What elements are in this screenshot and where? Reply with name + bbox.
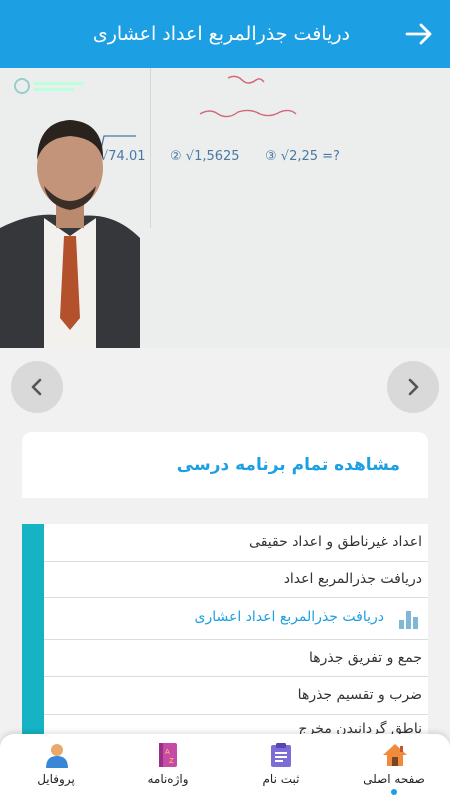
lesson-list: اعداد غیرناطق و اعداد حقیقی دریافت جذرال… [22, 524, 428, 736]
lesson-label: دریافت جذرالمربع اعداد [283, 571, 422, 587]
tab-dictionary-label: واژه‌نامه [147, 772, 189, 786]
tab-dictionary[interactable]: A Z واژه‌نامه [112, 734, 224, 800]
lesson-label: دریافت جذرالمربع اعداد اعشاری [194, 609, 384, 625]
lesson-item[interactable]: اعداد غیرناطق و اعداد حقیقی [44, 524, 428, 562]
lesson-item[interactable]: ضرب و تقسیم جذرها [44, 677, 428, 715]
lesson-video[interactable]: √74.01 ② √1,5625 ③ √2,25 =? [0, 68, 450, 348]
lesson-item-active[interactable]: دریافت جذرالمربع اعداد اعشاری [44, 598, 428, 640]
active-tab-indicator [391, 789, 397, 795]
back-arrow-icon[interactable] [402, 17, 436, 51]
tab-home[interactable]: صفحه اصلی [338, 734, 450, 800]
chevron-right-icon [408, 378, 419, 396]
tab-register[interactable]: ثبت نام [225, 734, 337, 800]
all-lessons-card[interactable]: مشاهده تمام برنامه درسی [22, 432, 428, 498]
lesson-label: ناطق گردانیدن مخرج [298, 721, 422, 736]
board-item-1: √74.01 [100, 149, 146, 164]
lesson-label: اعداد غیرناطق و اعداد حقیقی [249, 534, 422, 550]
app-bar: دریافت جذرالمربع اعداد اعشاری [0, 0, 450, 68]
board-item-2: ② √1,5625 [170, 149, 240, 164]
clipboard-icon [271, 743, 291, 767]
board-item-3: ③ √2,25 =? [265, 149, 340, 164]
svg-text:A: A [165, 748, 170, 756]
next-lesson-button[interactable] [387, 361, 439, 413]
tab-home-label: صفحه اصلی [363, 772, 425, 786]
tab-profile[interactable]: پروفایل [0, 734, 112, 800]
chevron-left-icon [31, 378, 42, 396]
bar-chart-icon [399, 611, 418, 629]
all-lessons-label: مشاهده تمام برنامه درسی [176, 455, 400, 475]
lesson-item[interactable]: جمع و تفریق جذرها [44, 640, 428, 677]
bottom-navigation: صفحه اصلی ثبت نام A Z واژه‌نامه پروفایل [0, 734, 450, 800]
dictionary-icon: A Z [159, 743, 177, 767]
video-frame: √74.01 ② √1,5625 ③ √2,25 =? [0, 68, 450, 348]
tab-register-label: ثبت نام [262, 772, 300, 786]
lesson-item[interactable]: ناطق گردانیدن مخرج [44, 715, 428, 736]
lesson-label: جمع و تفریق جذرها [309, 650, 422, 666]
list-accent-bar [22, 524, 44, 736]
page-title: دریافت جذرالمربع اعداد اعشاری [92, 23, 350, 45]
previous-lesson-button[interactable] [11, 361, 63, 413]
tab-profile-label: پروفایل [37, 772, 75, 786]
profile-icon [46, 744, 68, 768]
svg-text:Z: Z [169, 757, 174, 765]
lesson-item[interactable]: دریافت جذرالمربع اعداد [44, 562, 428, 598]
lesson-label: ضرب و تقسیم جذرها [297, 687, 422, 703]
home-icon [383, 744, 407, 766]
